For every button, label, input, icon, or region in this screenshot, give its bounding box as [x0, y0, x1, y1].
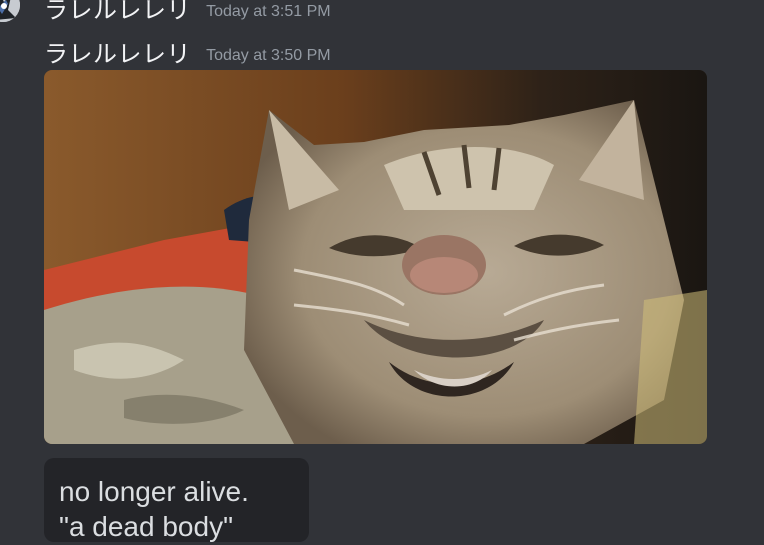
- timestamp[interactable]: Today at 3:50 PM: [206, 47, 331, 64]
- message-item: ラレルレレリ Today at 3:51 PM: [0, 0, 764, 24]
- message-header: ラレルレレリ Today at 3:50 PM: [44, 34, 331, 69]
- username[interactable]: ラレルレレリ: [44, 40, 191, 68]
- image-attachment[interactable]: [44, 70, 707, 444]
- timestamp[interactable]: Today at 3:51 PM: [206, 3, 331, 20]
- text-image-attachment[interactable]: no longer alive. "a dead body": [44, 458, 309, 542]
- text-line: "a dead body": [59, 511, 234, 542]
- cat-photo: [44, 70, 707, 444]
- avatar-image: [0, 0, 20, 22]
- username[interactable]: ラレルレレリ: [44, 0, 191, 24]
- message-item: ラレルレレリ Today at 3:50 PM no longer alive.…: [0, 30, 764, 545]
- message-header: ラレルレレリ Today at 3:51 PM: [44, 0, 331, 25]
- avatar[interactable]: [0, 0, 20, 22]
- text-line: no longer alive.: [59, 476, 249, 507]
